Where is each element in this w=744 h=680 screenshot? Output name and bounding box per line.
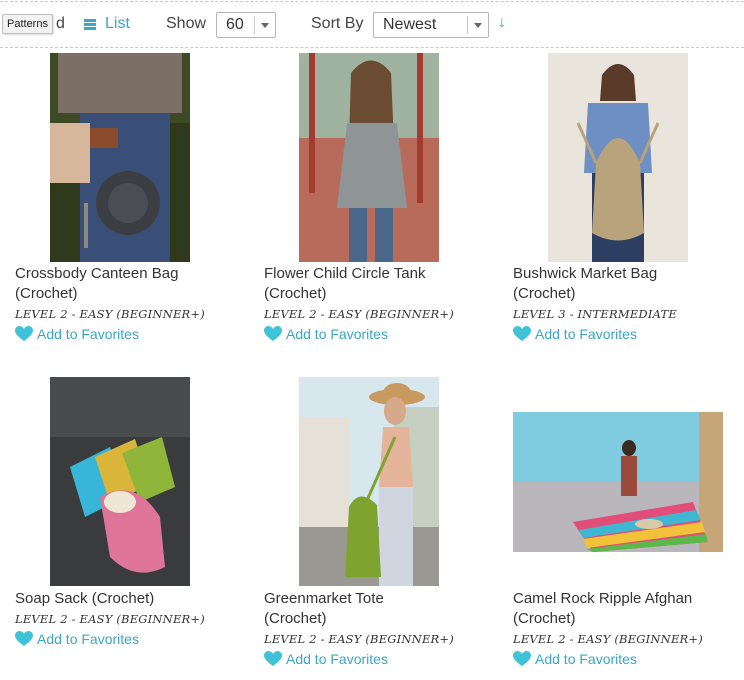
product-photo-flower-child-circle-tank[interactable] [299,53,439,262]
show-per-page-select[interactable]: 60 [216,12,276,38]
skill-level: LEVEL 2 - EASY (BEGINNER+) [264,632,454,646]
chevron-down-icon [474,23,482,28]
show-per-page-value: 60 [226,16,244,33]
product-photo-crossbody-canteen-bag[interactable] [50,53,190,262]
sort-direction-arrow-icon[interactable]: ↓ [498,14,506,32]
patterns-tooltip: Patterns [2,14,53,34]
skill-level: LEVEL 2 - EASY (BEGINNER+) [264,307,454,321]
product-photo-soap-sack[interactable] [50,377,190,586]
sort-by-value: Newest [383,16,437,33]
product-photo-greenmarket-tote[interactable] [299,377,439,586]
heart-icon [15,326,33,341]
show-label: Show [166,15,207,32]
add-to-favorites-label[interactable]: Add to Favorites [37,326,139,342]
list-view-button[interactable]: List [105,15,130,33]
product-title-link[interactable]: Flower Child Circle Tank (Crochet) [264,264,499,304]
add-to-favorites-link[interactable]: Add to Favorites [15,326,139,342]
heart-icon [513,651,531,666]
add-to-favorites-link[interactable]: Add to Favorites [513,326,637,342]
heart-icon [513,326,531,341]
add-to-favorites-label[interactable]: Add to Favorites [286,326,388,342]
product-title-link[interactable]: Bushwick Market Bag (Crochet) [513,264,744,304]
add-to-favorites-link[interactable]: Add to Favorites [264,326,388,342]
skill-level: LEVEL 2 - EASY (BEGINNER+) [15,612,205,626]
skill-level: LEVEL 2 - EASY (BEGINNER+) [15,307,205,321]
toolbar-bottom-divider [0,47,744,48]
product-photo-camel-rock-ripple-afghan[interactable] [513,412,723,552]
listing-toolbar: Patterns d List Show 60 Sort By Newest ↓ [0,0,744,48]
product-title-link[interactable]: Crossbody Canteen Bag (Crochet) [15,264,250,304]
add-to-favorites-label[interactable]: Add to Favorites [535,326,637,342]
add-to-favorites-link[interactable]: Add to Favorites [264,651,388,667]
sort-by-label: Sort By [311,15,364,32]
add-to-favorites-label[interactable]: Add to Favorites [37,631,139,647]
add-to-favorites-link[interactable]: Add to Favorites [15,631,139,647]
chevron-down-icon [261,23,269,28]
heart-icon [264,326,282,341]
product-title-link[interactable]: Camel Rock Ripple Afghan (Crochet) [513,589,744,629]
add-to-favorites-link[interactable]: Add to Favorites [513,651,637,667]
product-title-link[interactable]: Greenmarket Tote (Crochet) [264,589,499,629]
product-title-link[interactable]: Soap Sack (Crochet) [15,589,250,609]
sort-by-select[interactable]: Newest [373,12,489,38]
skill-level: LEVEL 3 - INTERMEDIATE [513,307,677,321]
heart-icon [264,651,282,666]
add-to-favorites-label[interactable]: Add to Favorites [535,651,637,667]
grid-view-label[interactable]: d [56,15,65,33]
toolbar-top-divider [0,1,744,2]
skill-level: LEVEL 2 - EASY (BEGINNER+) [513,632,703,646]
heart-icon [15,631,33,646]
list-view-icon[interactable] [84,19,96,30]
product-photo-bushwick-market-bag[interactable] [548,53,688,262]
add-to-favorites-label[interactable]: Add to Favorites [286,651,388,667]
